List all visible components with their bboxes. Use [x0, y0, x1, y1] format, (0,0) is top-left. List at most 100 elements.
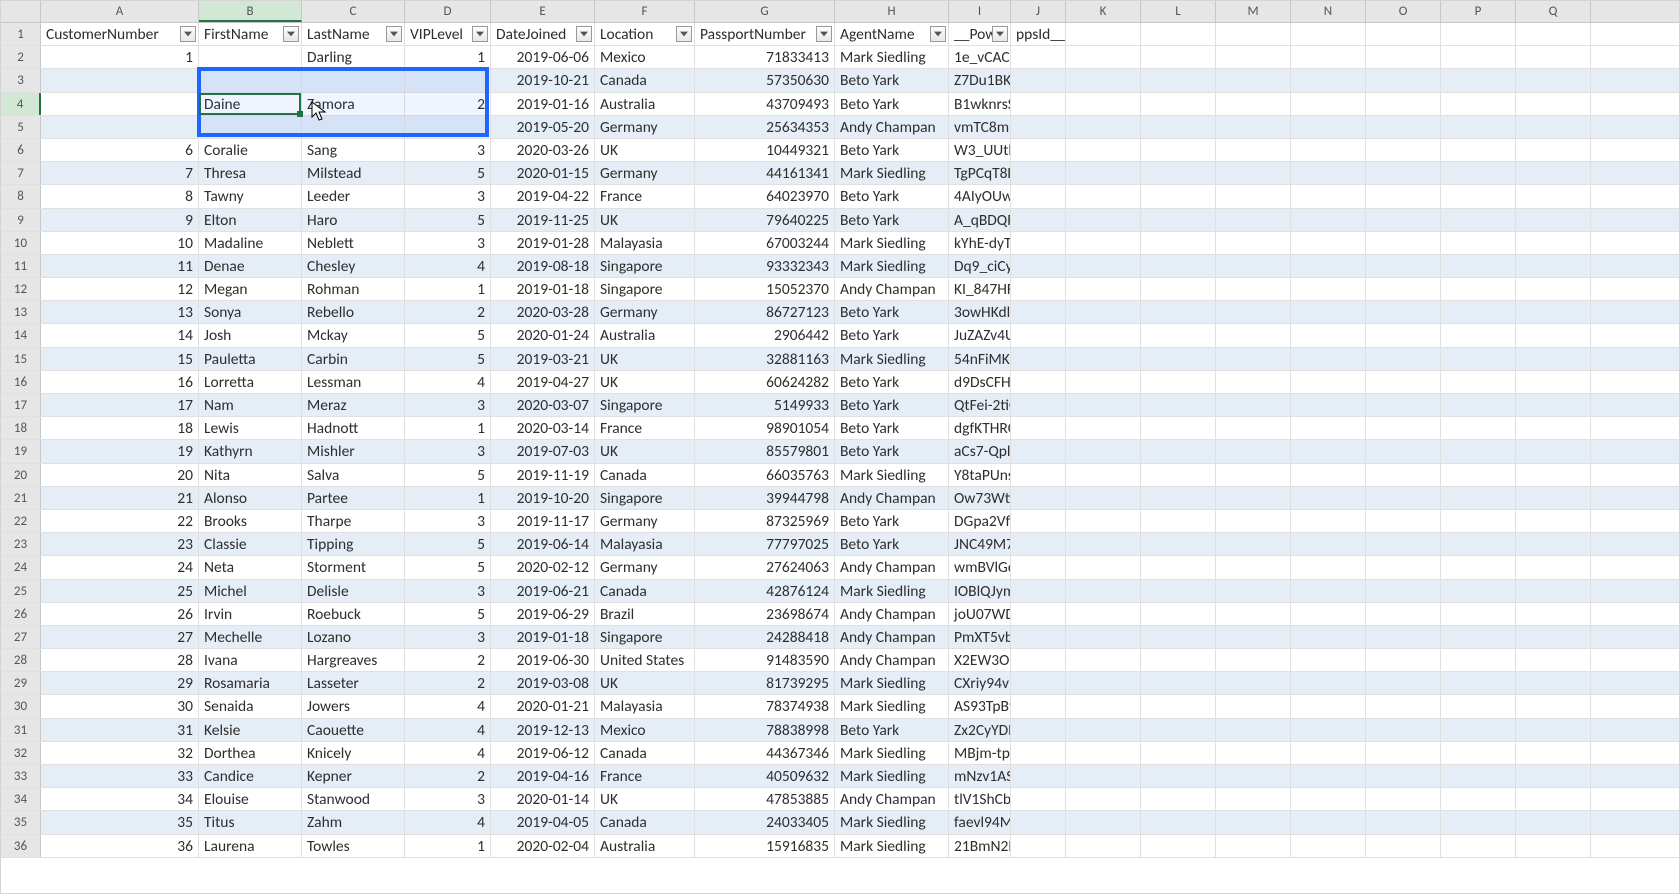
cell[interactable] — [1066, 116, 1141, 138]
cell[interactable]: 1 — [405, 835, 491, 857]
cell[interactable]: Mechelle — [199, 626, 302, 648]
row-header[interactable]: 6 — [1, 139, 41, 161]
cell[interactable] — [1516, 162, 1591, 184]
cell[interactable]: 78374938 — [695, 695, 835, 717]
cell[interactable] — [1216, 301, 1291, 323]
row-header[interactable]: 25 — [1, 580, 41, 602]
cell[interactable]: 34 — [41, 788, 199, 810]
cell[interactable]: 2019-06-06 — [491, 46, 595, 68]
cell[interactable] — [1366, 649, 1441, 671]
cell[interactable]: Elouise — [199, 788, 302, 810]
cell[interactable]: Ow73WtiUqI0 — [949, 487, 1011, 509]
cell[interactable]: 2019-06-12 — [491, 742, 595, 764]
cell[interactable] — [1516, 69, 1591, 91]
cell[interactable]: 20 — [41, 464, 199, 486]
cell[interactable] — [1516, 348, 1591, 370]
cell[interactable] — [1291, 162, 1366, 184]
cell[interactable]: Beto Yark — [835, 510, 949, 532]
cell[interactable]: Dorthea — [199, 742, 302, 764]
cell[interactable] — [1516, 417, 1591, 439]
cell[interactable]: Thresa — [199, 162, 302, 184]
cell[interactable] — [1011, 487, 1066, 509]
cell[interactable] — [1141, 301, 1216, 323]
cell[interactable] — [1216, 464, 1291, 486]
cell[interactable]: 1 — [405, 487, 491, 509]
cell[interactable]: Beto Yark — [835, 394, 949, 416]
cell[interactable] — [1516, 672, 1591, 694]
cell[interactable] — [1291, 533, 1366, 555]
cell[interactable] — [1141, 742, 1216, 764]
cell[interactable]: Tharpe — [302, 510, 405, 532]
cell[interactable] — [1516, 580, 1591, 602]
cell[interactable]: Y8taPUnshr8 — [949, 464, 1011, 486]
filter-dropdown-icon[interactable] — [816, 26, 832, 42]
cell[interactable] — [41, 93, 199, 115]
cell[interactable]: 32881163 — [695, 348, 835, 370]
cell[interactable]: Denae — [199, 255, 302, 277]
cell[interactable]: 24 — [41, 556, 199, 578]
cell[interactable] — [1366, 348, 1441, 370]
cell[interactable]: Lessman — [302, 371, 405, 393]
cell[interactable]: kYhE-dyTXXg — [949, 232, 1011, 254]
cell[interactable] — [1366, 278, 1441, 300]
column-header-I[interactable]: I — [949, 1, 1011, 22]
cell[interactable] — [1216, 580, 1291, 602]
cell[interactable] — [1011, 533, 1066, 555]
cell[interactable]: 3 — [405, 185, 491, 207]
cell[interactable]: 30 — [41, 695, 199, 717]
cell[interactable] — [1516, 93, 1591, 115]
cell[interactable] — [1441, 162, 1516, 184]
cell[interactable] — [1441, 417, 1516, 439]
cell[interactable] — [1291, 742, 1366, 764]
cell[interactable]: 36 — [41, 835, 199, 857]
cell[interactable]: JuZAZv4U8mE — [949, 324, 1011, 346]
cell[interactable]: 81739295 — [695, 672, 835, 694]
cell[interactable] — [1441, 116, 1516, 138]
cell[interactable]: Rosamaria — [199, 672, 302, 694]
cell[interactable]: UK — [595, 440, 695, 462]
cell[interactable] — [1216, 278, 1291, 300]
cell[interactable] — [1141, 371, 1216, 393]
cell[interactable]: Salva — [302, 464, 405, 486]
cell[interactable] — [1141, 533, 1216, 555]
cell[interactable] — [1216, 139, 1291, 161]
row-header[interactable]: 10 — [1, 232, 41, 254]
cell[interactable]: 15 — [41, 348, 199, 370]
cell[interactable] — [1366, 811, 1441, 833]
cell[interactable]: France — [595, 185, 695, 207]
cell[interactable] — [1011, 719, 1066, 741]
cell[interactable] — [1291, 626, 1366, 648]
row-header[interactable]: 36 — [1, 835, 41, 857]
cell[interactable] — [1066, 371, 1141, 393]
cell[interactable]: 44367346 — [695, 742, 835, 764]
cell[interactable] — [1366, 417, 1441, 439]
cell[interactable]: Germany — [595, 116, 695, 138]
cell[interactable] — [1216, 603, 1291, 625]
cell[interactable] — [1441, 719, 1516, 741]
cell[interactable]: Rebello — [302, 301, 405, 323]
cell[interactable] — [1291, 348, 1366, 370]
cell[interactable]: 91483590 — [695, 649, 835, 671]
cell[interactable] — [1366, 371, 1441, 393]
cell[interactable]: Beto Yark — [835, 371, 949, 393]
cell[interactable] — [1011, 835, 1066, 857]
cell[interactable]: Sonya — [199, 301, 302, 323]
cell[interactable] — [1216, 69, 1291, 91]
cell[interactable]: Andy Champan — [835, 487, 949, 509]
column-title[interactable]: PassportNumber — [695, 23, 835, 45]
cell[interactable]: Beto Yark — [835, 324, 949, 346]
cell[interactable] — [1066, 788, 1141, 810]
cell[interactable] — [1216, 440, 1291, 462]
row-header[interactable]: 1 — [1, 23, 41, 45]
row-header[interactable]: 33 — [1, 765, 41, 787]
row-header[interactable]: 5 — [1, 116, 41, 138]
cell[interactable]: 5 — [405, 209, 491, 231]
cell[interactable] — [1441, 835, 1516, 857]
cell[interactable] — [1066, 278, 1141, 300]
cell[interactable] — [1011, 139, 1066, 161]
cell[interactable]: Coralie — [199, 139, 302, 161]
cell[interactable]: Nita — [199, 464, 302, 486]
cell[interactable] — [1066, 765, 1141, 787]
cell[interactable]: 44161341 — [695, 162, 835, 184]
cell[interactable]: Zx2CyYDFm2E — [949, 719, 1011, 741]
